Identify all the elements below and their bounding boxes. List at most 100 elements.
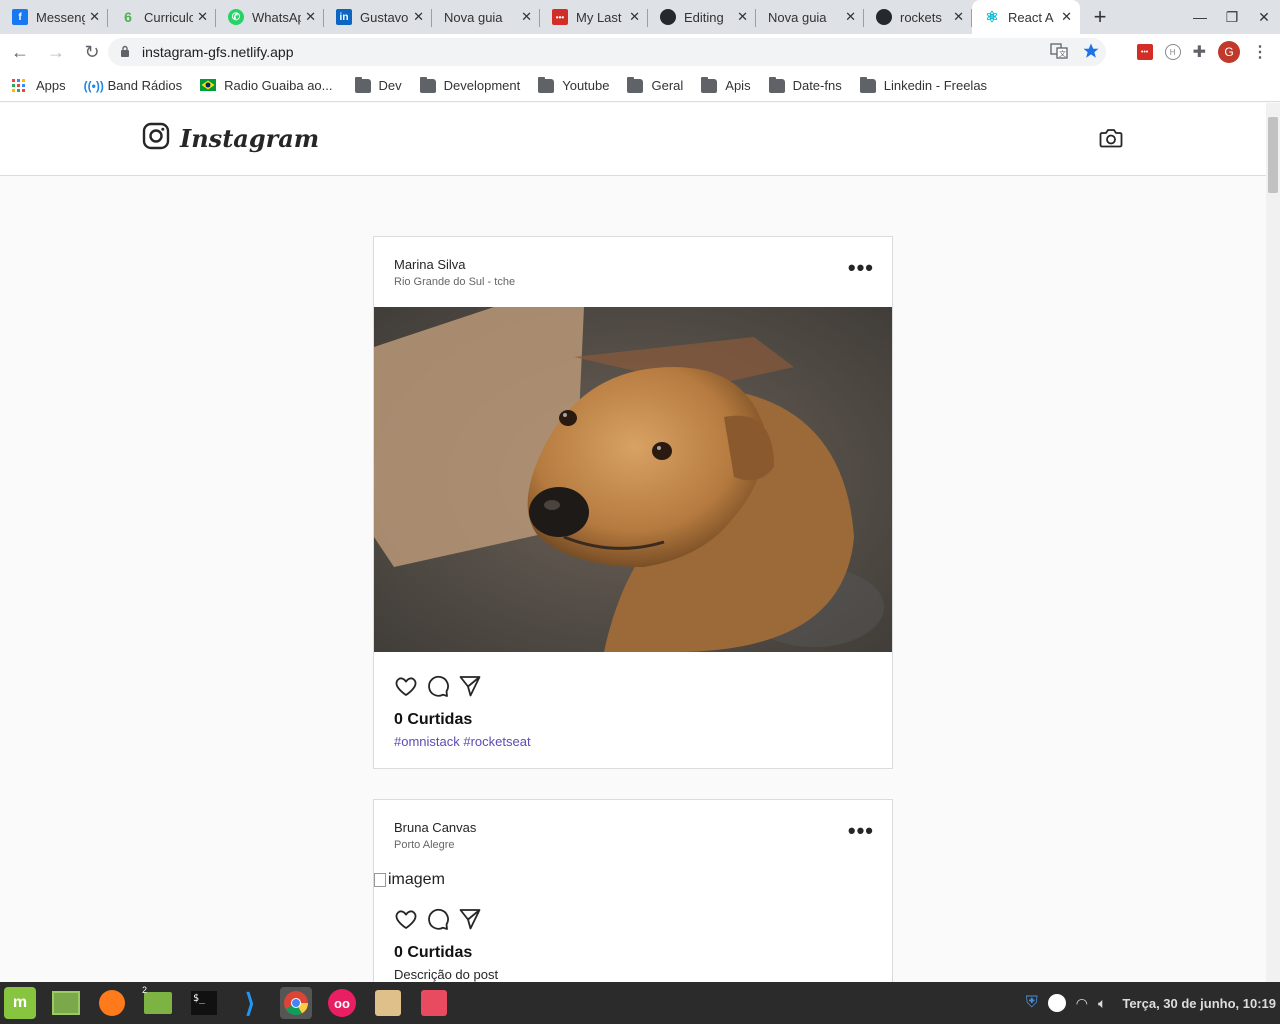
firefox-icon[interactable] xyxy=(96,987,128,1019)
minimize-icon[interactable]: — xyxy=(1184,0,1216,34)
tab-linkedin[interactable]: in Gustavo ✕ xyxy=(324,0,432,34)
translate-icon[interactable]: 文 xyxy=(1050,42,1068,65)
heart-icon[interactable] xyxy=(394,674,418,703)
bookmark-label: Geral xyxy=(651,78,684,93)
tab-github-rockets[interactable]: rockets ✕ xyxy=(864,0,972,34)
restore-icon[interactable]: ❐ xyxy=(1216,0,1248,34)
feed-post: Bruna Canvas Porto Alegre ••• imagem 0 C… xyxy=(373,799,893,982)
tab-messenger[interactable]: f Messenger ✕ xyxy=(0,0,108,34)
post-author[interactable]: Marina Silva xyxy=(394,257,872,272)
bookmark-label: Apps xyxy=(36,78,66,93)
bookmark-star-icon[interactable] xyxy=(1082,42,1100,65)
broken-image-icon xyxy=(374,873,386,887)
close-tab-icon[interactable]: ✕ xyxy=(737,9,748,25)
tab-whatsapp[interactable]: ✆ WhatsApp ✕ xyxy=(216,0,324,34)
instagram-logo[interactable]: Instagram xyxy=(142,122,319,155)
bookmark-folder-youtube[interactable]: Youtube xyxy=(538,76,609,93)
web-page: Instagram Marina Silva Rio Grande do Sul… xyxy=(0,103,1266,982)
comment-icon[interactable] xyxy=(426,907,450,936)
heart-icon[interactable] xyxy=(394,907,418,936)
whatsapp-icon: ✆ xyxy=(228,9,244,25)
tab-github-editing[interactable]: Editing ✕ xyxy=(648,0,756,34)
post-location: Rio Grande do Sul - tche xyxy=(394,276,516,288)
browser-toolbar: ← → ↻ instagram-gfs.netlify.app 文 ••• H … xyxy=(0,34,1280,70)
shield-icon[interactable]: ⛨ xyxy=(1026,994,1038,1012)
bookmark-folder-date-fns[interactable]: Date-fns xyxy=(768,76,842,93)
update-clock-icon[interactable] xyxy=(1047,994,1066,1012)
send-icon[interactable] xyxy=(458,907,482,936)
system-clock[interactable]: Terça, 30 de junho, 10:19 xyxy=(1122,996,1276,1011)
bookmark-label: Date-fns xyxy=(792,78,842,93)
tab-nova-guia-2[interactable]: Nova guia ✕ xyxy=(756,0,864,34)
reload-icon[interactable]: ↻ xyxy=(76,36,108,68)
lastpass-extension-icon[interactable]: ••• xyxy=(1136,44,1153,60)
profile-avatar[interactable]: G xyxy=(1218,41,1240,63)
volume-icon[interactable]: 🔈︎ xyxy=(1098,995,1106,1012)
url-text[interactable]: instagram-gfs.netlify.app xyxy=(142,44,293,60)
wifi-icon[interactable]: ◠ xyxy=(1076,995,1088,1012)
bookmark-folder-geral[interactable]: Geral xyxy=(627,76,684,93)
close-tab-icon[interactable]: ✕ xyxy=(953,9,964,25)
tab-lastpass[interactable]: ••• My Last ✕ xyxy=(540,0,648,34)
close-window-icon[interactable]: ✕ xyxy=(1248,0,1280,34)
close-tab-icon[interactable]: ✕ xyxy=(845,9,856,25)
vscode-icon[interactable]: ⟩ xyxy=(234,987,266,1019)
hash-extension-icon[interactable]: H xyxy=(1164,44,1181,60)
apps-grid-icon xyxy=(12,78,28,93)
menu-kebab-icon[interactable]: ⋮ xyxy=(1252,42,1268,62)
page-scrollbar[interactable] xyxy=(1266,103,1280,982)
chrome-icon[interactable] xyxy=(280,987,312,1019)
tab-title: rockets xyxy=(900,9,942,25)
flickr-icon[interactable]: oo xyxy=(326,987,358,1019)
post-location: Porto Alegre xyxy=(394,839,455,851)
bookmark-apps[interactable]: Apps xyxy=(12,78,66,93)
instagram-glyph-icon xyxy=(142,122,170,155)
files-folder-icon[interactable]: 2 xyxy=(142,985,174,1019)
post-author[interactable]: Bruna Canvas xyxy=(394,820,872,835)
back-arrow-icon[interactable]: ← xyxy=(4,36,36,68)
new-tab-button[interactable]: + xyxy=(1080,0,1120,34)
close-tab-icon[interactable]: ✕ xyxy=(305,9,316,25)
close-tab-icon[interactable]: ✕ xyxy=(413,9,424,25)
show-desktop-icon[interactable] xyxy=(50,987,82,1019)
lock-icon[interactable] xyxy=(120,45,132,60)
post-header: Marina Silva Rio Grande do Sul - tche ••… xyxy=(374,237,892,307)
send-icon[interactable] xyxy=(458,674,482,703)
mint-menu-icon[interactable]: m xyxy=(4,987,36,1019)
bookmark-folder-apis[interactable]: Apis xyxy=(701,76,751,93)
feed-post: Marina Silva Rio Grande do Sul - tche ••… xyxy=(373,236,893,769)
bookmark-label: Band Rádios xyxy=(107,78,183,93)
more-options-icon[interactable]: ••• xyxy=(848,820,874,842)
archive-manager-icon[interactable] xyxy=(372,987,404,1019)
image-viewer-icon[interactable] xyxy=(418,987,450,1019)
bookmark-label: Dev xyxy=(378,78,402,93)
post-hashtags[interactable]: #omnistack #rocketseat xyxy=(374,734,892,749)
close-tab-icon[interactable]: ✕ xyxy=(197,9,208,25)
terminal-icon[interactable]: $_ xyxy=(188,987,220,1019)
close-tab-icon[interactable]: ✕ xyxy=(1061,9,1072,25)
dog-photo xyxy=(374,307,892,652)
comment-icon[interactable] xyxy=(426,674,450,703)
close-tab-icon[interactable]: ✕ xyxy=(629,9,640,25)
camera-icon[interactable] xyxy=(1099,127,1123,154)
broken-image: imagem xyxy=(374,870,892,890)
more-options-icon[interactable]: ••• xyxy=(848,257,874,279)
forward-arrow-icon[interactable]: → xyxy=(40,36,72,68)
close-tab-icon[interactable]: ✕ xyxy=(521,9,532,25)
logo-text: Instagram xyxy=(180,124,320,153)
bookmark-folder-development[interactable]: Development xyxy=(419,76,520,93)
scrollbar-thumb[interactable] xyxy=(1268,117,1278,193)
svg-text:文: 文 xyxy=(1059,49,1066,58)
post-description: Descrição do post xyxy=(394,967,499,982)
bookmark-radio-guaiba[interactable]: Radio Guaiba ao... xyxy=(200,78,333,93)
tab-nova-guia[interactable]: Nova guia ✕ xyxy=(432,0,540,34)
tab-title: WhatsApp xyxy=(252,9,301,25)
close-tab-icon[interactable]: ✕ xyxy=(89,9,100,25)
tab-curriculo[interactable]: 6 Curriculo ✕ xyxy=(108,0,216,34)
bookmark-folder-dev[interactable]: Dev xyxy=(354,76,402,93)
bookmark-folder-linkedin-freelas[interactable]: Linkedin - Freelas xyxy=(859,76,987,93)
puzzle-extensions-icon[interactable]: ✚ xyxy=(1193,42,1206,62)
bookmark-band-radios[interactable]: ((•)) Band Rádios xyxy=(84,78,182,93)
address-bar[interactable]: instagram-gfs.netlify.app 文 xyxy=(108,38,1106,66)
tab-react-app[interactable]: ⚛ React A ✕ xyxy=(972,0,1080,34)
